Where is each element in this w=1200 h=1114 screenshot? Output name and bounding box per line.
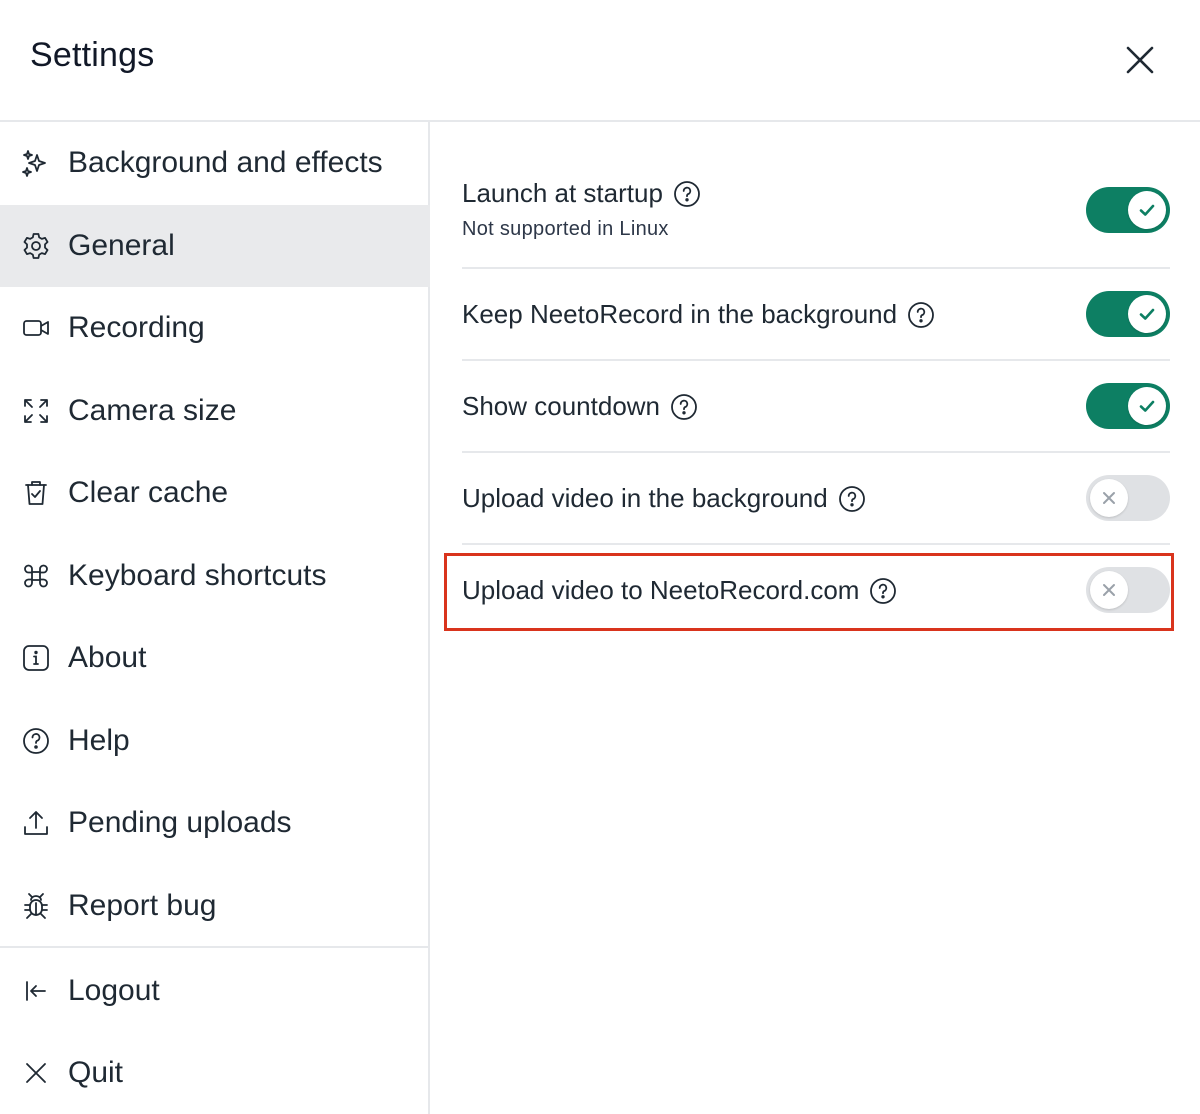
sidebar-item-report-bug[interactable]: Report bug — [0, 865, 430, 947]
sidebar-item-label: General — [68, 229, 175, 262]
sidebar-item-background-effects[interactable]: Background and effects — [0, 122, 430, 204]
sidebar-item-about[interactable]: About — [0, 617, 430, 699]
settings-header: Settings — [0, 0, 1200, 122]
setting-keep-in-background: Keep NeetoRecord in the background — [462, 269, 1170, 361]
toggle-knob — [1128, 387, 1166, 425]
question-circle-icon — [18, 723, 54, 759]
upload-to-neetorecord-toggle[interactable] — [1086, 567, 1170, 613]
setting-upload-to-neetorecord: Upload video to NeetoRecord.com — [462, 545, 1170, 637]
setting-upload-in-background: Upload video in the background — [462, 453, 1170, 545]
logout-arrow-icon — [18, 973, 54, 1009]
sidebar-item-keyboard-shortcuts[interactable]: Keyboard shortcuts — [0, 535, 430, 617]
sidebar: Background and effects General Recording — [0, 122, 430, 1114]
sidebar-item-label: Background and effects — [68, 146, 383, 179]
x-mark-icon — [1103, 492, 1115, 504]
settings-window: Settings Background and effects General … — [0, 0, 1200, 1114]
sidebar-item-label: Report bug — [68, 889, 217, 922]
sidebar-divider — [0, 946, 430, 948]
check-icon — [1139, 400, 1155, 412]
close-button[interactable] — [1118, 38, 1162, 82]
expand-icon — [18, 393, 54, 429]
setting-label: Upload video in the background — [462, 483, 828, 513]
help-icon[interactable] — [673, 180, 701, 208]
setting-launch-at-startup: Launch at startup Not supported in Linux — [462, 154, 1170, 269]
keep-in-background-toggle[interactable] — [1086, 291, 1170, 337]
toggle-knob — [1090, 571, 1128, 609]
setting-label: Keep NeetoRecord in the background — [462, 299, 898, 329]
sidebar-item-label: Keyboard shortcuts — [68, 559, 327, 592]
gear-icon — [18, 228, 54, 264]
sidebar-item-label: Camera size — [68, 394, 237, 427]
sidebar-item-help[interactable]: Help — [0, 700, 430, 782]
close-icon — [1126, 46, 1154, 74]
sidebar-item-label: Logout — [68, 974, 160, 1007]
x-icon — [18, 1055, 54, 1091]
sparkles-icon — [18, 145, 54, 181]
sidebar-item-label: Quit — [68, 1056, 124, 1089]
setting-sublabel: Not supported in Linux — [462, 218, 669, 240]
upload-in-background-toggle[interactable] — [1086, 475, 1170, 521]
general-settings-panel: Launch at startup Not supported in Linux — [432, 122, 1200, 1114]
setting-label: Launch at startup — [462, 178, 663, 208]
toggle-knob — [1090, 479, 1128, 517]
launch-at-startup-toggle[interactable] — [1086, 187, 1170, 233]
sidebar-item-camera-size[interactable]: Camera size — [0, 370, 430, 452]
check-icon — [1139, 204, 1155, 216]
sidebar-item-clear-cache[interactable]: Clear cache — [0, 452, 430, 534]
sidebar-item-label: About — [68, 641, 147, 674]
sidebar-item-general[interactable]: General — [0, 205, 430, 287]
toggle-knob — [1128, 295, 1166, 333]
setting-label: Show countdown — [462, 391, 661, 421]
bug-icon — [18, 888, 54, 924]
sidebar-item-pending-uploads[interactable]: Pending uploads — [0, 782, 430, 864]
toggle-knob — [1128, 191, 1166, 229]
trash-check-icon — [18, 475, 54, 511]
upload-icon — [18, 805, 54, 841]
sidebar-item-label: Clear cache — [68, 476, 229, 509]
show-countdown-toggle[interactable] — [1086, 383, 1170, 429]
help-icon[interactable] — [670, 393, 698, 421]
page-title: Settings — [30, 36, 155, 74]
check-icon — [1139, 308, 1155, 320]
setting-show-countdown: Show countdown — [462, 361, 1170, 453]
video-camera-icon — [18, 310, 54, 346]
sidebar-item-logout[interactable]: Logout — [0, 950, 430, 1032]
info-icon — [18, 640, 54, 676]
sidebar-item-quit[interactable]: Quit — [0, 1032, 430, 1114]
sidebar-item-recording[interactable]: Recording — [0, 287, 430, 369]
x-mark-icon — [1103, 584, 1115, 596]
command-key-icon — [18, 558, 54, 594]
help-icon[interactable] — [869, 577, 897, 605]
help-icon[interactable] — [838, 485, 866, 513]
sidebar-item-label: Help — [68, 724, 130, 757]
setting-label: Upload video to NeetoRecord.com — [462, 575, 860, 605]
sidebar-item-label: Pending uploads — [68, 806, 292, 839]
help-icon[interactable] — [907, 301, 935, 329]
sidebar-item-label: Recording — [68, 311, 205, 344]
